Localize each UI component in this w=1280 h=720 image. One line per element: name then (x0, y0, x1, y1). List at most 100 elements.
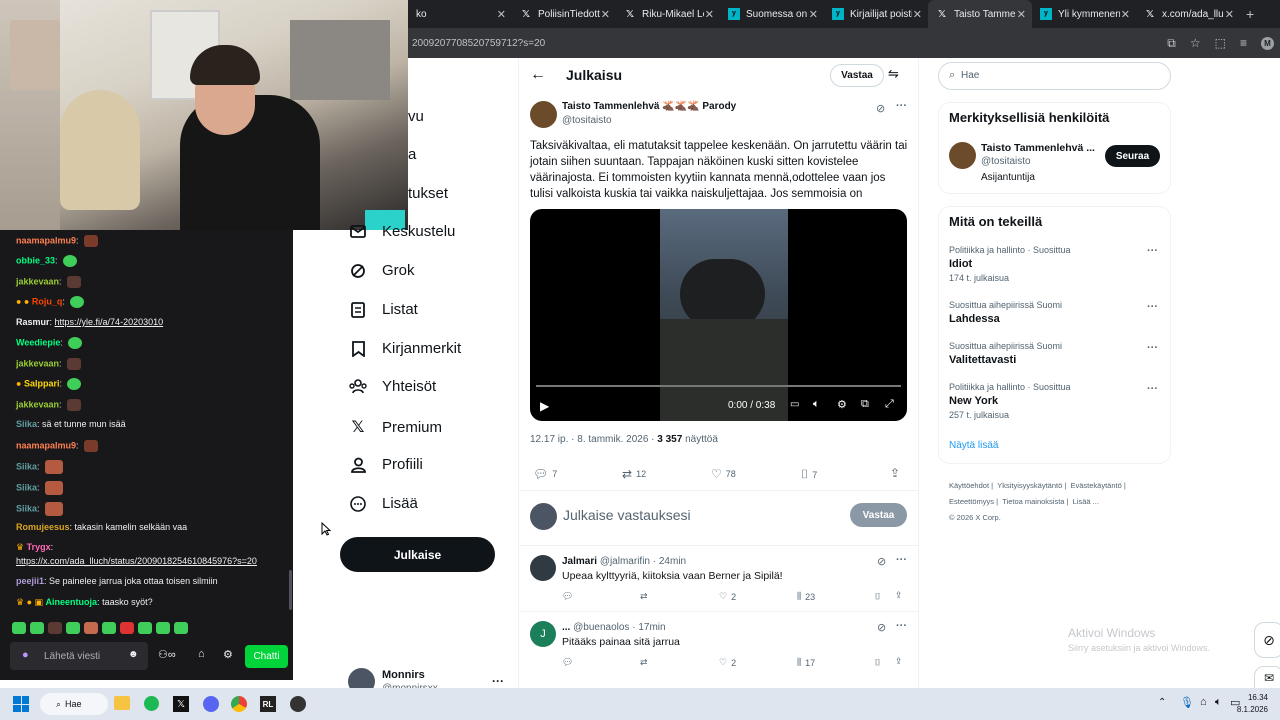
play-icon[interactable]: ▶ (540, 399, 549, 413)
nav-item-lists[interactable]: Listat (348, 301, 418, 318)
post-menu-icon[interactable]: ··· (896, 100, 907, 112)
profile-avatar[interactable]: M (1261, 36, 1274, 50)
author-avatar[interactable] (530, 101, 557, 128)
nav-item-partial[interactable]: vu (408, 108, 424, 125)
browser-tab[interactable]: 𝕏Riku-Mikael Lep✕ (616, 0, 720, 28)
browser-tab[interactable]: 𝕏 PoliisinTiedotte ✕ (512, 0, 616, 28)
install-app-icon[interactable]: ⧉ (1167, 36, 1176, 51)
emote-icon[interactable] (138, 622, 152, 634)
nav-item-more[interactable]: Lisää (348, 495, 418, 512)
bookmark-icon[interactable]: ⌷ (875, 657, 880, 668)
trend-name[interactable]: Lahdessa (949, 313, 1000, 325)
share-icon[interactable]: ⇪ (890, 466, 900, 480)
chat-scrollbar[interactable] (289, 570, 292, 610)
star-icon[interactable]: ☆ (1190, 36, 1201, 50)
views-stat[interactable]: ⫼ 17 (797, 657, 815, 668)
trend-menu-icon[interactable]: ··· (1147, 301, 1158, 313)
microphone-icon[interactable]: 🎙︎ (1180, 696, 1194, 709)
repost-icon[interactable]: ⇄ (640, 657, 648, 668)
windows-start-icon[interactable] (13, 696, 29, 712)
tab-close-icon[interactable]: ✕ (1225, 8, 1234, 21)
bits-icon[interactable]: ⚇∞ (158, 648, 176, 661)
follow-button[interactable]: Seuraa (1105, 145, 1160, 167)
reply-compose-input[interactable]: Julkaise vastauksesi (563, 507, 691, 523)
trend-name[interactable]: Valitettavasti (949, 354, 1016, 366)
emote-icon[interactable] (102, 622, 116, 634)
reply-item[interactable]: J ... @buenaolos · 17min ⊘ ··· Pitääks p… (519, 612, 918, 675)
bookmark-stat[interactable]: ⌷ 7 (801, 467, 817, 482)
browser-tab[interactable]: y Kirjailijat poistiv ✕ (824, 0, 928, 28)
settings-icon[interactable]: ⚙ (223, 648, 233, 661)
clock-time[interactable]: 16.34 (1238, 693, 1268, 702)
repost-stat[interactable]: ⇄ 12 (622, 467, 646, 481)
trend-menu-icon[interactable]: ··· (1147, 245, 1158, 257)
author-handle[interactable]: @tositaisto (562, 115, 612, 126)
account-name[interactable]: Monnirs (382, 669, 425, 681)
chat-link[interactable]: https://x.com/ada_lluch/status/200901825… (16, 556, 257, 566)
reply-menu-icon[interactable]: ··· (896, 620, 907, 632)
browser-tab[interactable]: ySuomessa on ny✕ (720, 0, 824, 28)
fullscreen-icon[interactable]: ⤢ (885, 398, 894, 411)
like-stat[interactable]: ♡ 78 (711, 467, 736, 481)
views-stat[interactable]: ⫼ 23 (797, 591, 815, 602)
tab-close-icon[interactable]: ✕ (601, 8, 610, 21)
tab-close-icon[interactable]: ✕ (705, 8, 714, 21)
chrome-icon[interactable] (231, 696, 247, 712)
like-stat[interactable]: ♡ 2 (719, 591, 736, 602)
reply-avatar[interactable]: J (530, 621, 556, 647)
grok-icon[interactable]: ⊘ (877, 555, 886, 568)
clock-date[interactable]: 8.1.2026 (1234, 705, 1268, 714)
file-explorer-icon[interactable] (114, 696, 130, 710)
chat-link[interactable]: https://yle.fi/a/74-20203010 (55, 317, 164, 327)
nav-item-grok[interactable]: Grok (348, 262, 415, 279)
x-app-icon[interactable]: 𝕏 (173, 696, 189, 712)
grok-icon[interactable]: ⊘ (876, 102, 885, 115)
new-tab-icon[interactable]: + (1246, 6, 1254, 22)
nav-item-profile[interactable]: Profiili (348, 456, 423, 473)
reply-avatar[interactable] (530, 555, 556, 581)
search-input[interactable]: ⌕ Hae (938, 62, 1171, 90)
tab-close-icon[interactable]: ✕ (1017, 8, 1026, 21)
video-player[interactable]: ▶ 0:00 / 0:38 ▭ 🔈︎ ⚙ ⧉ ⤢ (530, 209, 907, 421)
browser-tab[interactable]: y Yli kymmenen t ✕ (1032, 0, 1136, 28)
emote-icon[interactable] (12, 622, 26, 634)
emote-icon[interactable] (30, 622, 44, 634)
reply-menu-icon[interactable]: ··· (896, 554, 907, 566)
nav-item-partial[interactable]: a (408, 146, 416, 163)
back-arrow-icon[interactable]: ← (530, 66, 546, 84)
nav-item-premium[interactable]: 𝕏 Premium (348, 417, 442, 437)
tray-overflow-icon[interactable]: ⌃ (1158, 697, 1166, 708)
relevant-name[interactable]: Taisto Tammenlehvä ... (981, 142, 1095, 154)
extensions-icon[interactable]: ⬚ (1215, 36, 1226, 50)
bookmark-icon[interactable]: ⌷ (875, 591, 880, 602)
reply-submit-button[interactable]: Vastaa (850, 503, 907, 527)
settings-icon[interactable]: ⚙ (837, 398, 847, 411)
pip-icon[interactable]: ⧉ (861, 398, 869, 411)
store-icon[interactable]: ⌂ (198, 648, 205, 660)
reading-list-icon[interactable]: ≡ (1240, 36, 1247, 50)
like-stat[interactable]: ♡ 2 (719, 657, 736, 668)
reply-header-button[interactable]: Vastaa (830, 64, 884, 87)
volume-icon[interactable]: 🔈︎ (1215, 696, 1222, 709)
microphone-icon[interactable]: ● (22, 649, 29, 661)
emote-icon[interactable] (120, 622, 134, 634)
messages-float-icon[interactable]: ✉ (1254, 666, 1280, 690)
tab-close-icon[interactable]: ✕ (809, 8, 818, 21)
tab-close-icon[interactable]: ✕ (1121, 8, 1130, 21)
author-name[interactable]: Taisto Tammenlehvä 🫎🫎🫎 Parody (562, 101, 736, 112)
emote-icon[interactable] (174, 622, 188, 634)
nav-item-bookmarks[interactable]: Kirjanmerkit (348, 340, 461, 357)
tab-close-icon[interactable]: ✕ (913, 8, 922, 21)
nav-item-messages[interactable]: Keskustelu (348, 223, 455, 240)
discord-icon[interactable] (203, 696, 219, 712)
trend-name[interactable]: Idiot (949, 258, 972, 270)
captions-icon[interactable]: ▭ (790, 399, 799, 410)
emote-icon[interactable] (66, 622, 80, 634)
nav-item-communities[interactable]: Yhteisöt (348, 378, 436, 395)
url-field[interactable]: 2009207708520759712?s=20 (412, 38, 1167, 49)
nav-item-partial[interactable]: tukset (408, 185, 448, 202)
taskbar-search[interactable]: ⌕ Hae (40, 693, 108, 715)
reply-icon[interactable]: 💬︎ (562, 657, 573, 668)
emote-icon[interactable] (84, 622, 98, 634)
trend-name[interactable]: New York (949, 395, 998, 407)
